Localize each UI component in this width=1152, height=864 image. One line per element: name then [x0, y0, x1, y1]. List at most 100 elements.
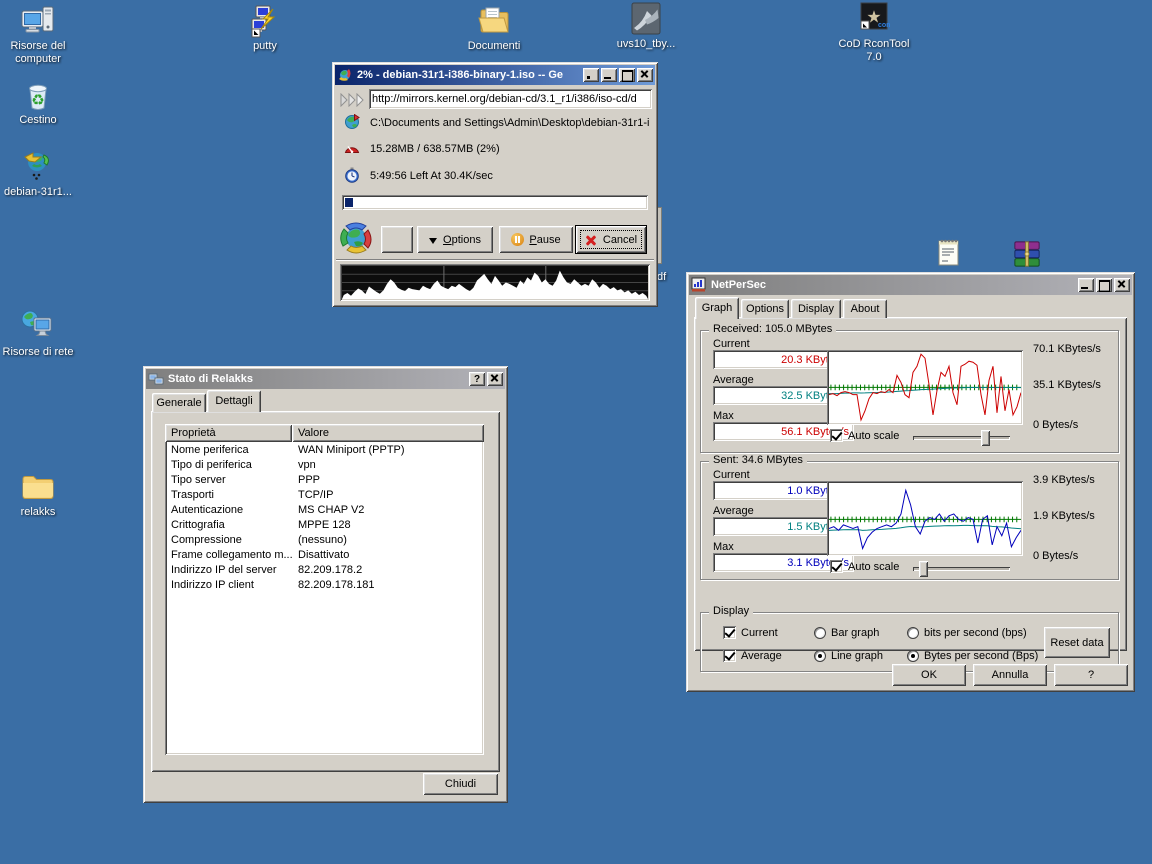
- table-row[interactable]: Tipo serverPPP: [165, 472, 484, 487]
- minimize-icon[interactable]: [1078, 278, 1094, 292]
- property-cell: Indirizzo IP client: [165, 579, 292, 591]
- graph-type-radios: Bar graph Line graph: [814, 621, 883, 667]
- notepad-icon: [936, 237, 962, 267]
- download-url-field[interactable]: http://mirrors.kernel.org/debian-cd/3.1_…: [369, 89, 652, 109]
- desktop-icon-winrar[interactable]: [1012, 240, 1042, 268]
- radio-bits-per-second-bps[interactable]: bits per second (bps): [907, 621, 1038, 644]
- table-row[interactable]: Indirizzo IP del server82.209.178.2: [165, 562, 484, 577]
- desktop-icon-notepad[interactable]: [936, 237, 962, 267]
- table-row[interactable]: Nome perifericaWAN Miniport (PPTP): [165, 442, 484, 457]
- desktop-icon-risorse-di-rete[interactable]: Risorse di rete: [2, 310, 74, 359]
- table-row[interactable]: AutenticazioneMS CHAP V2: [165, 502, 484, 517]
- desktop-icon-cestino[interactable]: ♻Cestino: [2, 78, 74, 127]
- scale-top-label: 3.9 KBytes/s: [1033, 474, 1095, 486]
- help-icon[interactable]: ?: [469, 372, 485, 386]
- tab-generale[interactable]: Generale: [152, 393, 206, 412]
- desktop-icon-relakks[interactable]: relakks: [2, 470, 74, 519]
- scale-slider-track[interactable]: [913, 436, 1010, 440]
- close-icon[interactable]: [487, 372, 503, 386]
- cancel-label: Cancel: [603, 234, 637, 246]
- auto-scale-checkbox[interactable]: Auto scale: [830, 429, 899, 442]
- auto-scale-checkbox[interactable]: Auto scale: [830, 560, 899, 573]
- unit-radios: bits per second (bps)Bytes per second (B…: [907, 621, 1038, 667]
- property-cell: Tipo server: [165, 474, 292, 486]
- cod-rcontool-icon: ★con: [857, 2, 891, 36]
- getright-download-icon: [21, 150, 55, 184]
- speedometer-icon: [344, 141, 360, 155]
- clipped-icon-label[interactable]: df: [657, 271, 666, 283]
- desktop-icon-debian-31r1[interactable]: debian-31r1...: [2, 150, 74, 199]
- close-icon[interactable]: [637, 68, 653, 82]
- ok-button[interactable]: OK: [892, 664, 966, 686]
- table-row[interactable]: Compressione(nessuno): [165, 532, 484, 547]
- max-label: Max: [713, 541, 734, 553]
- minimize-icon[interactable]: [601, 68, 617, 82]
- blank-button[interactable]: [381, 226, 413, 253]
- column-header-proprieta[interactable]: Proprietà: [165, 424, 292, 442]
- maximize-icon[interactable]: [619, 68, 635, 82]
- tab-dettagli[interactable]: Dettagli: [207, 390, 261, 412]
- radio-icon: [907, 650, 919, 662]
- desktop-icon-uvs10-tby[interactable]: uvs10_tby...: [602, 2, 690, 51]
- table-row[interactable]: Tipo di perifericavpn: [165, 457, 484, 472]
- received-graph: [827, 350, 1023, 425]
- relakks-status-dialog: Stato di Relakks ? Generale Dettagli Pro…: [143, 366, 508, 803]
- table-row[interactable]: Indirizzo IP client82.209.178.181: [165, 577, 484, 592]
- netpersec-window: NetPerSec Graph Options Display About Re…: [686, 272, 1135, 692]
- pause-icon: [511, 233, 524, 246]
- winrar-icon: [1012, 240, 1042, 268]
- transfer-rate-chart: [342, 266, 648, 299]
- radio-bar-graph[interactable]: Bar graph: [814, 621, 883, 644]
- help-button[interactable]: ?: [1054, 664, 1128, 686]
- tab-display[interactable]: Display: [791, 299, 841, 318]
- desktop-icon-cod-rcontool-7-0[interactable]: ★conCoD RconTool 7.0: [830, 2, 918, 64]
- getright-titlebar[interactable]: 2% - debian-31r1-i386-binary-1.iso -- Ge: [335, 65, 655, 85]
- cancel-button[interactable]: Cancel: [576, 226, 646, 253]
- table-row[interactable]: TrasportiTCP/IP: [165, 487, 484, 502]
- annulla-button[interactable]: Annulla: [973, 664, 1047, 686]
- value-cell: MS CHAP V2: [292, 504, 484, 516]
- checkbox-icon: [723, 626, 736, 639]
- scale-bottom-label: 0 Bytes/s: [1033, 550, 1078, 562]
- chiudi-button[interactable]: Chiudi: [423, 773, 498, 795]
- ctl-label: Line graph: [831, 650, 883, 662]
- listview-rows: Nome perifericaWAN Miniport (PPTP)Tipo d…: [165, 442, 484, 592]
- desktop-icon-putty[interactable]: putty: [228, 4, 302, 53]
- radio-icon: [907, 627, 919, 639]
- save-location-icon: [344, 114, 360, 130]
- scale-slider-thumb[interactable]: [919, 561, 928, 577]
- sent-group-label: Sent: 34.6 MBytes: [709, 454, 807, 466]
- table-row[interactable]: CrittografiaMPPE 128: [165, 517, 484, 532]
- maximize-icon[interactable]: [1096, 278, 1112, 292]
- installer-package-icon: [629, 2, 663, 36]
- pause-button[interactable]: Pause: [499, 226, 573, 253]
- save-path: C:\Documents and Settings\Admin\Desktop\…: [370, 117, 654, 129]
- scale-mid-label: 1.9 KBytes/s: [1033, 510, 1095, 522]
- checkbox-current[interactable]: Current: [723, 621, 782, 644]
- desktop-icon-risorse-del-computer[interactable]: Risorse del computer: [2, 4, 74, 66]
- divider: [336, 259, 654, 261]
- scale-slider-thumb[interactable]: [981, 430, 990, 446]
- properties-listview[interactable]: Proprietà Valore Nome perifericaWAN Mini…: [165, 424, 484, 755]
- close-icon[interactable]: [1114, 278, 1130, 292]
- table-row[interactable]: Frame collegamento m...Disattivato: [165, 547, 484, 562]
- radio-icon: [814, 627, 826, 639]
- time-remaining-status: 5:49:56 Left At 30.4K/sec: [370, 170, 654, 182]
- tab-about[interactable]: About: [843, 299, 887, 318]
- svg-text:con: con: [878, 22, 890, 29]
- tab-options[interactable]: Options: [741, 299, 789, 318]
- column-header-valore[interactable]: Valore: [292, 424, 484, 442]
- netpersec-titlebar[interactable]: NetPerSec: [689, 275, 1132, 295]
- tab-graph[interactable]: Graph: [695, 297, 739, 319]
- value-cell: vpn: [292, 459, 484, 471]
- relakks-titlebar[interactable]: Stato di Relakks ?: [146, 369, 505, 389]
- checkbox-average[interactable]: Average: [723, 644, 782, 667]
- options-button[interactable]: Options: [417, 226, 493, 253]
- rollup-button[interactable]: [583, 68, 599, 82]
- dettagli-tab-page: Proprietà Valore Nome perifericaWAN Mini…: [151, 411, 500, 772]
- stopwatch-icon: [344, 167, 360, 183]
- radio-line-graph[interactable]: Line graph: [814, 644, 883, 667]
- ctl-label: Current: [741, 627, 778, 639]
- reset-data-button[interactable]: Reset data: [1044, 627, 1110, 658]
- desktop-icon-documenti[interactable]: Documenti: [456, 4, 532, 53]
